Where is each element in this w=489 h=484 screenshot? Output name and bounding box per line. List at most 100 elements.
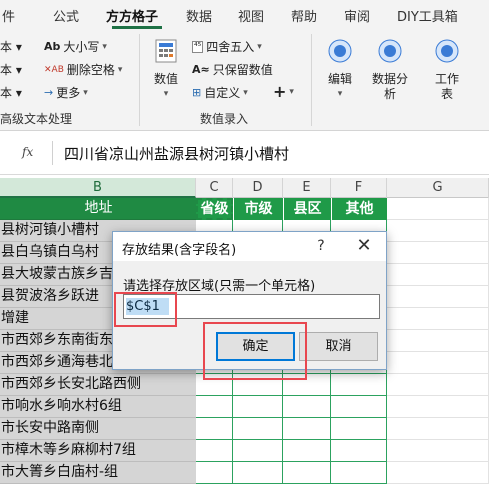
- cell-empty[interactable]: [196, 374, 233, 396]
- range-input[interactable]: [123, 294, 380, 319]
- cell-empty[interactable]: [331, 462, 387, 484]
- round-label: 四舍五入: [206, 40, 255, 54]
- table-row: 市长安中路南侧: [0, 418, 489, 440]
- tab-formulas[interactable]: 公式: [53, 6, 79, 25]
- cell-empty[interactable]: [387, 462, 489, 484]
- keep-values-button[interactable]: A≈ 只保留数值: [192, 61, 273, 78]
- cell-empty[interactable]: [387, 330, 489, 352]
- ok-button[interactable]: 确定: [216, 332, 295, 361]
- cell-empty[interactable]: [331, 374, 387, 396]
- cell-empty[interactable]: [387, 286, 489, 308]
- cell-address[interactable]: 市樟木等乡麻柳村7组: [0, 440, 196, 462]
- cell-empty[interactable]: [283, 418, 331, 440]
- cell-province-header[interactable]: 省级: [196, 198, 233, 220]
- text-menu-1[interactable]: 本 ▾: [0, 38, 22, 55]
- cell-empty[interactable]: [387, 440, 489, 462]
- cell-county-header[interactable]: 县区: [283, 198, 331, 220]
- cell-empty[interactable]: [196, 396, 233, 418]
- text-menu-2[interactable]: 本 ▾: [0, 61, 22, 78]
- tab-review[interactable]: 审阅: [344, 6, 370, 25]
- tab-file[interactable]: 件: [2, 6, 15, 25]
- more-button[interactable]: → 更多 ▾: [44, 84, 88, 101]
- table-row: 市响水乡响水村6组: [0, 396, 489, 418]
- worksheet-button[interactable]: 工作表: [428, 38, 466, 102]
- cell-empty[interactable]: [233, 374, 283, 396]
- cell-city-header[interactable]: 市级: [233, 198, 283, 220]
- cell-empty[interactable]: [387, 220, 489, 242]
- tab-fangfanggezi[interactable]: 方方格子: [106, 6, 158, 25]
- table-row: 市大箐乡白庙村-组: [0, 462, 489, 484]
- cell-empty[interactable]: [387, 396, 489, 418]
- chevron-down-icon: ▾: [337, 89, 343, 99]
- cell-address[interactable]: 市大箐乡白庙村-组: [0, 462, 196, 484]
- tab-view[interactable]: 视图: [238, 6, 264, 25]
- edit-button[interactable]: 编辑 ▾: [321, 38, 359, 102]
- column-header-f[interactable]: F: [331, 178, 387, 198]
- cell-empty[interactable]: [331, 396, 387, 418]
- fx-icon[interactable]: fx: [22, 145, 33, 159]
- cell-empty[interactable]: [331, 418, 387, 440]
- arrow-right-icon: →: [44, 86, 54, 99]
- dialog-titlebar[interactable]: 存放结果(含字段名) ? ✕: [113, 232, 386, 261]
- cell-empty[interactable]: [331, 440, 387, 462]
- cell-empty[interactable]: [387, 374, 489, 396]
- cell-empty[interactable]: [196, 440, 233, 462]
- round-button[interactable]: ⁴⁵ 四舍五入 ▾: [192, 38, 262, 55]
- help-icon[interactable]: ?: [314, 238, 328, 254]
- column-header-c[interactable]: C: [196, 178, 233, 198]
- cell-empty[interactable]: [283, 374, 331, 396]
- cancel-button[interactable]: 取消: [299, 332, 378, 361]
- cell-empty[interactable]: [387, 264, 489, 286]
- cell-empty[interactable]: [283, 396, 331, 418]
- cell-empty[interactable]: [283, 462, 331, 484]
- data-analysis-button[interactable]: 数据分析: [370, 38, 410, 102]
- cell-empty[interactable]: [387, 242, 489, 264]
- close-icon[interactable]: ✕: [353, 236, 375, 256]
- tab-diy-toolbox[interactable]: DIY工具箱: [397, 6, 458, 25]
- text-menu-3[interactable]: 本 ▾: [0, 84, 22, 101]
- cell-empty[interactable]: [387, 352, 489, 374]
- cell-address[interactable]: 市长安中路南侧: [0, 418, 196, 440]
- ribbon-tabs: 件 公式 方方格子 数据 视图 帮助 审阅 DIY工具箱: [0, 0, 489, 30]
- keep-values-label: 只保留数值: [212, 63, 273, 77]
- remove-spaces-button[interactable]: ✕AB 删除空格 ▾: [44, 61, 122, 78]
- column-header-b[interactable]: B: [0, 178, 196, 198]
- cell-empty[interactable]: [283, 440, 331, 462]
- cell-empty[interactable]: [387, 198, 489, 220]
- tab-data[interactable]: 数据: [186, 6, 212, 25]
- column-header-e[interactable]: E: [283, 178, 331, 198]
- tab-help[interactable]: 帮助: [291, 6, 317, 25]
- custom-button[interactable]: ⊞ 自定义 ▾: [192, 84, 248, 101]
- cell-empty[interactable]: [196, 418, 233, 440]
- group-separator: [139, 34, 140, 126]
- cell-address[interactable]: 市响水乡响水村6组: [0, 396, 196, 418]
- cell-empty[interactable]: [233, 462, 283, 484]
- column-header-g[interactable]: G: [387, 178, 489, 198]
- chevron-down-icon: ▾: [117, 64, 123, 75]
- formula-input[interactable]: 四川省凉山州盐源县树河镇小槽村: [64, 143, 289, 164]
- table-row: 市樟木等乡麻柳村7组: [0, 440, 489, 462]
- keep-values-icon: A≈: [192, 63, 210, 76]
- cell-empty[interactable]: [233, 396, 283, 418]
- cell-empty[interactable]: [233, 418, 283, 440]
- cell-empty[interactable]: [233, 440, 283, 462]
- cell-address[interactable]: 市西郊乡长安北路西侧: [0, 374, 196, 396]
- worksheet-icon: [435, 39, 459, 63]
- group-label-number-entry: 数值录入: [200, 112, 249, 126]
- change-case-button[interactable]: Ab 大小写 ▾: [44, 38, 107, 55]
- cell-empty[interactable]: [387, 308, 489, 330]
- dialog-title: 存放结果(含字段名): [122, 243, 237, 258]
- cell-empty[interactable]: [387, 418, 489, 440]
- numeric-button[interactable]: 数值 ▾: [146, 38, 186, 102]
- active-tab-indicator: [112, 26, 162, 29]
- ab-case-icon: Ab: [44, 40, 61, 53]
- column-header-d[interactable]: D: [233, 178, 283, 198]
- cell-address-header[interactable]: 地址: [0, 198, 196, 220]
- cell-empty[interactable]: [196, 462, 233, 484]
- formula-bar: fx 四川省凉山州盐源县树河镇小槽村: [0, 131, 489, 175]
- plus-dropdown-button[interactable]: + ▾: [273, 82, 294, 101]
- chevron-down-icon: ▾: [102, 41, 107, 52]
- delete-spaces-icon: ✕AB: [44, 64, 64, 75]
- data-analysis-label: 数据分析: [371, 72, 408, 101]
- cell-other-header[interactable]: 其他: [331, 198, 387, 220]
